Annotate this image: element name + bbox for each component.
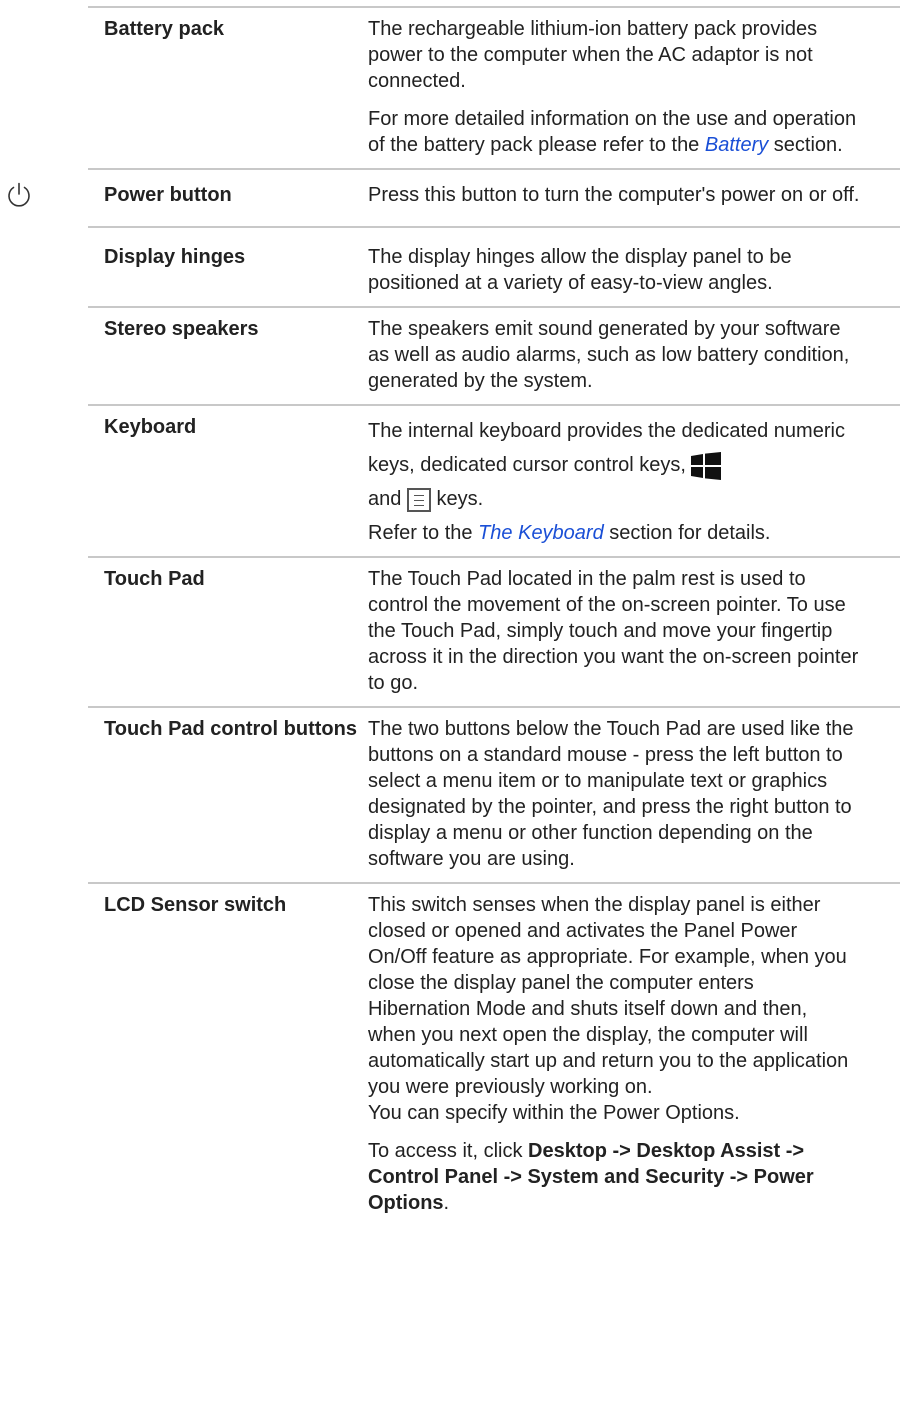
desc-display-hinges: The display hinges allow the display pan… xyxy=(368,246,792,294)
table-row-lcd-sensor-switch: LCD Sensor switch This switch senses whe… xyxy=(88,882,900,1226)
term-stereo-speakers: Stereo speakers xyxy=(104,318,259,340)
desc-paragraph: The internal keyboard provides the dedic… xyxy=(368,414,860,516)
table-row-touch-pad: Touch Pad The Touch Pad located in the p… xyxy=(88,556,900,706)
table-row-battery-pack: Battery pack The rechargeable lithium-io… xyxy=(88,6,900,168)
desc-battery-pack: The rechargeable lithium-ion battery pac… xyxy=(368,16,868,158)
term-touch-pad: Touch Pad xyxy=(104,568,205,590)
term-keyboard: Keyboard xyxy=(104,416,197,438)
term-display-hinges: Display hinges xyxy=(104,246,246,268)
desc-text: Refer to the xyxy=(368,522,473,544)
battery-section-link[interactable]: Battery xyxy=(705,134,768,156)
desc-touch-pad: The Touch Pad located in the palm rest i… xyxy=(368,568,859,694)
term-lcd-sensor-switch: LCD Sensor switch xyxy=(104,894,287,916)
power-icon xyxy=(8,182,30,207)
table-row-power-button: Power button Press this button to turn t… xyxy=(8,168,900,226)
desc-paragraph: To access it, click Desktop -> Desktop A… xyxy=(368,1138,860,1216)
desc-touch-pad-control-buttons: The two buttons below the Touch Pad are … xyxy=(368,718,854,870)
application-key-icon xyxy=(406,487,431,512)
desc-paragraph: Refer to the The Keyboard section for de… xyxy=(368,520,860,546)
desc-text: and xyxy=(368,488,402,510)
desc-text: section. xyxy=(768,134,843,156)
table-row-keyboard: Keyboard The internal keyboard provides … xyxy=(88,404,900,556)
keyboard-section-link[interactable]: The Keyboard xyxy=(478,522,604,544)
desc-power-button: Press this button to turn the computer's… xyxy=(368,184,860,206)
desc-paragraph: This switch senses when the display pane… xyxy=(368,894,849,1098)
desc-paragraph: You can specify within the Power Options… xyxy=(368,1102,740,1124)
desc-paragraph: The rechargeable lithium-ion battery pac… xyxy=(368,18,818,92)
term-power-button: Power button xyxy=(104,184,232,206)
desc-text: keys. xyxy=(436,488,484,510)
desc-text: . xyxy=(443,1192,450,1214)
desc-text: To access it, click xyxy=(368,1140,529,1162)
table-row-display-hinges: Display hinges The display hinges allow … xyxy=(88,226,900,306)
desc-lcd-sensor-switch: This switch senses when the display pane… xyxy=(368,892,868,1216)
desc-keyboard: The internal keyboard provides the dedic… xyxy=(368,414,868,546)
windows-key-icon xyxy=(691,451,722,480)
desc-text: section for details. xyxy=(603,522,771,544)
term-touch-pad-control-buttons: Touch Pad control buttons xyxy=(104,718,357,740)
desc-paragraph: For more detailed information on the use… xyxy=(368,106,860,158)
term-battery-pack: Battery pack xyxy=(104,18,225,40)
table-row-touch-pad-control-buttons: Touch Pad control buttons The two button… xyxy=(88,706,900,882)
desc-stereo-speakers: The speakers emit sound generated by you… xyxy=(368,318,850,392)
component-table: Battery pack The rechargeable lithium-io… xyxy=(8,0,900,1226)
table-row-stereo-speakers: Stereo speakers The speakers emit sound … xyxy=(88,306,900,404)
desc-text: The internal keyboard provides the dedic… xyxy=(368,420,845,476)
